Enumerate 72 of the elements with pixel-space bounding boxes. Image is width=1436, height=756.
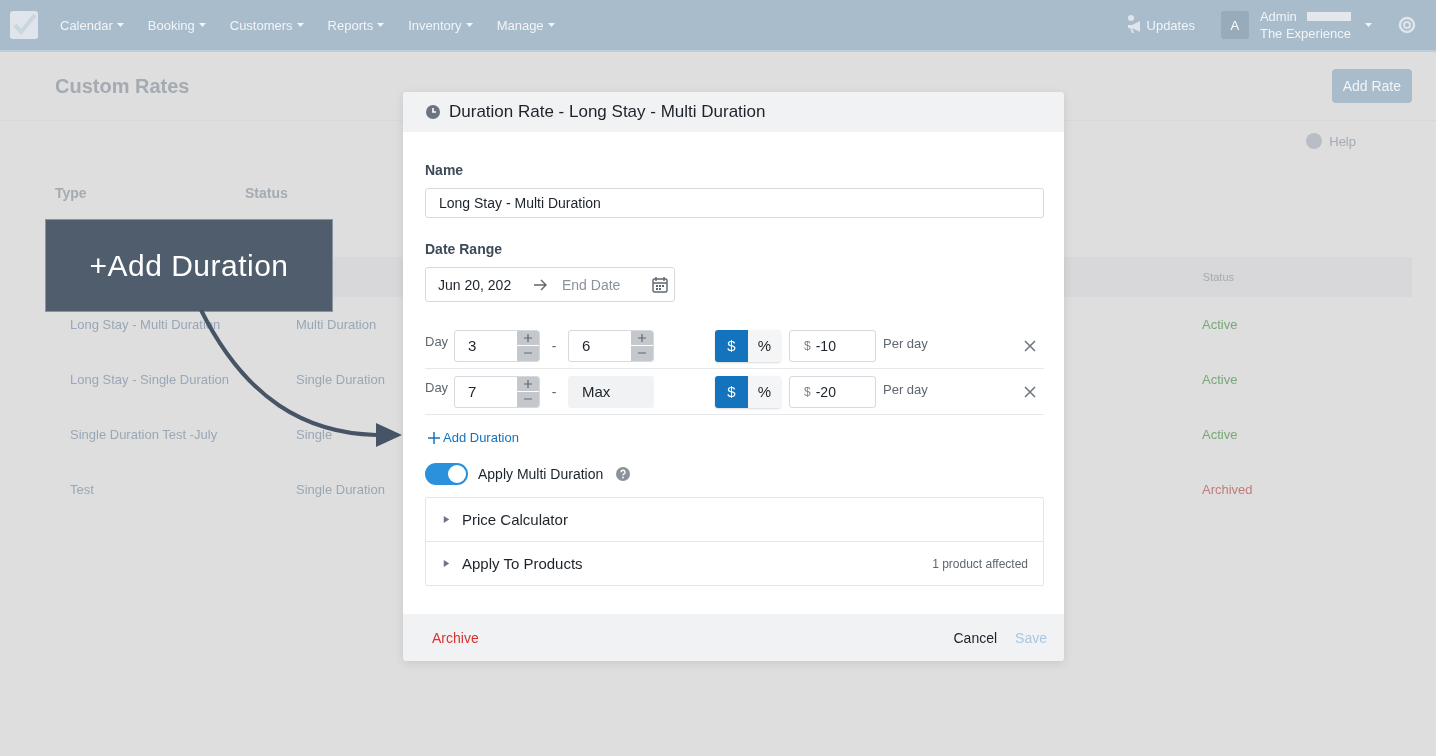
unit-toggle[interactable]: %	[748, 329, 781, 362]
redacted-text	[1306, 12, 1351, 21]
end-date-placeholder: End Date	[562, 276, 622, 293]
unit-toggle[interactable]: %	[748, 375, 781, 408]
table-cell: Single	[296, 427, 333, 442]
add-duration-link[interactable]: Add Duration	[428, 430, 519, 445]
megaphone-icon[interactable]	[1126, 15, 1143, 35]
collapsible-section[interactable]: Apply To Products 1 product affected	[426, 542, 1043, 585]
arrow-icon	[534, 278, 548, 291]
max-field: Max	[568, 375, 654, 408]
plus-icon[interactable]	[524, 379, 532, 388]
page-title: Custom Rates	[55, 74, 190, 98]
caret-icon	[116, 23, 124, 27]
caret-icon	[547, 23, 555, 27]
toggle-switch[interactable]	[425, 463, 468, 485]
collapsible-section[interactable]: Price Calculator	[426, 498, 1043, 542]
status-text: Active	[1202, 317, 1238, 332]
status-text: Archived	[1202, 482, 1253, 497]
date-range-field[interactable]: Jun 20, 202 End Date	[425, 267, 675, 302]
amount-field[interactable]: $ -20	[789, 375, 876, 408]
table-cell: Test	[70, 482, 94, 497]
start-date: Jun 20, 202	[438, 276, 513, 293]
organization-name: The Experience	[1259, 25, 1351, 42]
name-field[interactable]: Long Stay - Multi Duration	[425, 188, 1044, 218]
table-cell: Long Stay - Single Duration	[70, 372, 229, 387]
calendar-icon[interactable]	[652, 276, 668, 293]
caret-icon	[1365, 23, 1372, 27]
plus-icon[interactable]	[524, 333, 532, 342]
table-cell: Single Duration Test -July	[70, 427, 218, 442]
range-dash: -	[550, 337, 558, 354]
table-cell: Single Duration	[296, 482, 385, 497]
dialog-title: Duration Rate - Long Stay - Multi Duration	[449, 102, 766, 122]
plus-icon	[428, 431, 440, 444]
field-label: Date Range	[425, 241, 504, 257]
toggle-label: Apply Multi Duration	[478, 466, 604, 482]
close-icon[interactable]	[1024, 339, 1036, 352]
close-icon[interactable]	[1024, 385, 1036, 398]
section-note: 1 product affected	[932, 556, 1028, 571]
lifebuoy-icon[interactable]	[1398, 16, 1416, 34]
minus-icon[interactable]	[524, 398, 532, 401]
table-cell: Multi Duration	[296, 317, 377, 332]
filter-label: Type	[55, 185, 88, 201]
section-title: Apply To Products	[462, 555, 584, 572]
caret-icon	[465, 23, 473, 27]
amount-field[interactable]: $ -10	[789, 329, 876, 362]
status-text: Active	[1202, 427, 1238, 442]
caret-icon	[377, 23, 385, 27]
table-cell: Single Duration	[296, 372, 385, 387]
day-label: Day	[425, 333, 450, 349]
number-stepper[interactable]: 3	[454, 329, 540, 362]
caret-icon	[198, 23, 206, 27]
cancel-button[interactable]: Cancel	[953, 629, 998, 646]
minus-icon[interactable]	[638, 352, 646, 355]
filter-label: Status	[245, 185, 289, 201]
per-day-label: Per day	[883, 336, 929, 351]
plus-icon[interactable]	[638, 333, 646, 342]
per-day-label: Per day	[883, 382, 929, 397]
number-stepper[interactable]: 7	[454, 375, 540, 408]
caret-icon	[296, 23, 304, 27]
range-dash: -	[550, 383, 558, 400]
minus-icon[interactable]	[524, 352, 532, 355]
status-text: Active	[1202, 372, 1238, 387]
day-label: Day	[425, 379, 450, 395]
field-label: Name	[425, 162, 465, 178]
annotation-label: +Add Duration	[45, 219, 333, 312]
unit-toggle[interactable]: $	[715, 329, 748, 362]
unit-toggle[interactable]: $	[715, 375, 748, 408]
number-stepper[interactable]: 6	[568, 329, 654, 362]
user-name: Admin	[1259, 8, 1297, 25]
clock-icon	[425, 104, 441, 120]
archive-button[interactable]: Archive	[432, 629, 479, 646]
section-title: Price Calculator	[462, 511, 569, 528]
